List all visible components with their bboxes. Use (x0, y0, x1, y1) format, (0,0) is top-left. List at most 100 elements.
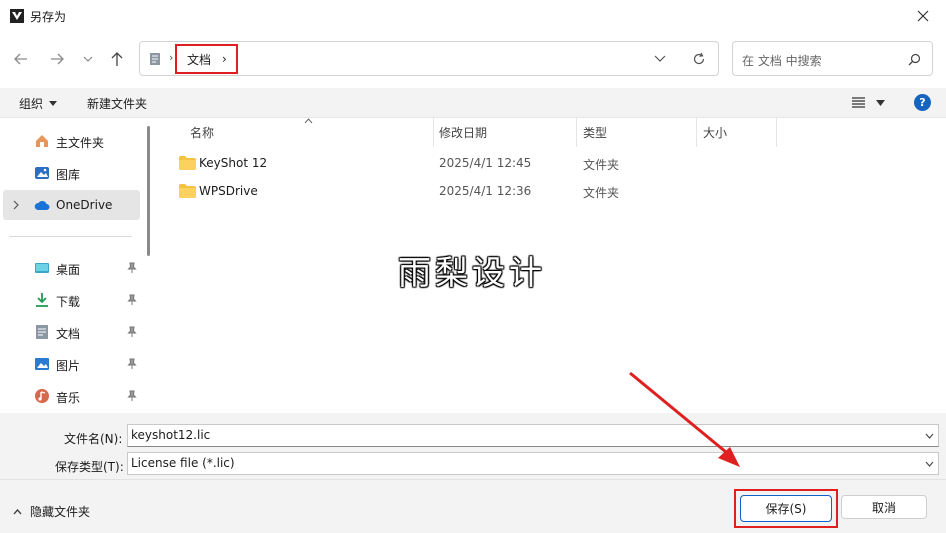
nav-label: 文档 (56, 327, 81, 341)
search-icon[interactable] (908, 53, 921, 66)
file-type: 文件夹 (583, 158, 620, 172)
chevron-down-icon (925, 461, 934, 467)
breadcrumb-chevron: › (222, 52, 227, 66)
address-history-dropdown[interactable] (654, 55, 666, 63)
file-name: WPSDrive (199, 184, 258, 198)
nav-item-music[interactable]: 音乐 (0, 381, 140, 411)
close-icon (917, 10, 929, 22)
filename-label: 文件名(N): (64, 432, 123, 446)
table-row[interactable]: KeyShot 12 2025/4/1 12:45 文件夹 (157, 152, 937, 178)
nav-scrollbar[interactable] (147, 126, 150, 256)
address-bar[interactable]: › 文档 › (139, 41, 719, 76)
column-header-name[interactable]: 名称 (190, 124, 214, 141)
nav-item-gallery[interactable]: 图库 (0, 158, 140, 188)
nav-label: 主文件夹 (56, 136, 105, 150)
sort-ascending-icon (304, 118, 313, 124)
up-button[interactable] (106, 48, 128, 70)
filetype-label: 保存类型(T): (55, 460, 124, 474)
pin-icon[interactable] (127, 326, 137, 338)
close-button[interactable] (910, 5, 936, 27)
desktop-icon (34, 260, 50, 276)
filename-field[interactable]: keyshot12.lic (127, 424, 939, 447)
caret-down-icon (876, 100, 885, 106)
column-divider[interactable] (776, 118, 777, 147)
arrow-up-icon (111, 52, 123, 66)
column-header-modified[interactable]: 修改日期 (439, 124, 487, 141)
file-name: KeyShot 12 (199, 156, 268, 170)
nav-item-documents[interactable]: 文档 (0, 317, 140, 347)
folder-icon (179, 184, 196, 198)
nav-label: 音乐 (56, 391, 81, 405)
app-icon (9, 8, 25, 24)
back-button[interactable] (10, 48, 32, 70)
chevron-right-icon (13, 200, 19, 210)
refresh-icon (693, 52, 705, 65)
column-divider[interactable] (696, 118, 697, 147)
pin-icon[interactable] (127, 358, 137, 370)
nav-item-desktop[interactable]: 桌面 (0, 253, 140, 283)
table-row[interactable]: WPSDrive 2025/4/1 12:36 文件夹 (157, 180, 937, 206)
nav-label: 下载 (56, 295, 81, 309)
nav-label: 桌面 (56, 263, 81, 277)
nav-label: 图片 (56, 359, 81, 373)
cloud-icon (34, 197, 50, 213)
watermark-text: 雨梨设计 (398, 253, 546, 292)
caret-down-icon (49, 101, 58, 106)
breadcrumb-separator: › (169, 51, 174, 64)
column-header-size[interactable]: 大小 (703, 124, 727, 141)
chevron-down-icon (925, 433, 934, 439)
pin-icon[interactable] (127, 294, 137, 306)
folder-icon (179, 156, 196, 170)
pin-icon[interactable] (127, 262, 137, 274)
chevron-down-icon (654, 55, 666, 62)
organize-button[interactable]: 组织 (19, 95, 58, 112)
hide-folders-label: 隐藏文件夹 (30, 505, 91, 519)
gallery-icon (34, 165, 50, 181)
navigation-pane: 主文件夹 图库 OneDrive 桌面 下载 文档 图片 音乐 (0, 118, 156, 413)
nav-item-pictures[interactable]: 图片 (0, 349, 140, 379)
recent-locations-button[interactable] (80, 50, 96, 68)
new-folder-button[interactable]: 新建文件夹 (87, 95, 147, 112)
nav-divider (9, 236, 132, 237)
document-icon (148, 52, 162, 66)
column-header-type[interactable]: 类型 (583, 124, 607, 141)
search-placeholder: 在 文档 中搜索 (742, 54, 822, 68)
pin-icon[interactable] (127, 390, 137, 402)
file-modified: 2025/4/1 12:45 (439, 156, 532, 170)
dialog-footer: 隐藏文件夹 保存(S) 取消 (0, 479, 946, 533)
refresh-button[interactable] (692, 52, 706, 66)
arrow-right-icon (51, 53, 64, 65)
column-divider[interactable] (576, 118, 577, 147)
view-options-button[interactable] (852, 97, 865, 108)
save-button[interactable]: 保存(S) (740, 495, 832, 522)
nav-item-downloads[interactable]: 下载 (0, 285, 140, 315)
arrow-left-icon (14, 53, 27, 65)
chevron-down-icon (83, 56, 93, 62)
nav-item-onedrive[interactable]: OneDrive (3, 190, 140, 220)
window-title: 另存为 (30, 10, 67, 24)
help-button[interactable]: ? (914, 94, 931, 111)
hide-folders-toggle[interactable]: 隐藏文件夹 (13, 503, 90, 520)
nav-label: 图库 (56, 168, 81, 182)
search-input[interactable]: 在 文档 中搜索 (732, 41, 933, 76)
filetype-dropdown[interactable] (925, 461, 934, 467)
filename-dropdown[interactable] (925, 433, 934, 439)
organize-label: 组织 (19, 97, 44, 111)
breadcrumb-documents[interactable]: 文档 › (175, 44, 238, 74)
command-bar: 组织 新建文件夹 ? (0, 88, 946, 118)
file-list: 名称 修改日期 类型 大小 KeyShot 12 2025/4/1 12:45 … (157, 118, 946, 413)
forward-button[interactable] (46, 48, 68, 70)
filetype-value: License file (*.lic) (131, 456, 235, 470)
view-dropdown-caret[interactable] (876, 100, 885, 106)
column-divider[interactable] (433, 118, 434, 147)
music-icon (34, 388, 50, 404)
breadcrumb-label: 文档 (187, 52, 212, 67)
home-icon (34, 133, 50, 149)
cancel-button[interactable]: 取消 (841, 495, 927, 519)
download-icon (34, 292, 50, 308)
list-view-icon (852, 97, 865, 108)
nav-item-home[interactable]: 主文件夹 (0, 126, 140, 156)
filetype-select[interactable]: License file (*.lic) (127, 452, 939, 475)
file-type: 文件夹 (583, 186, 620, 200)
chevron-up-icon (13, 508, 22, 514)
